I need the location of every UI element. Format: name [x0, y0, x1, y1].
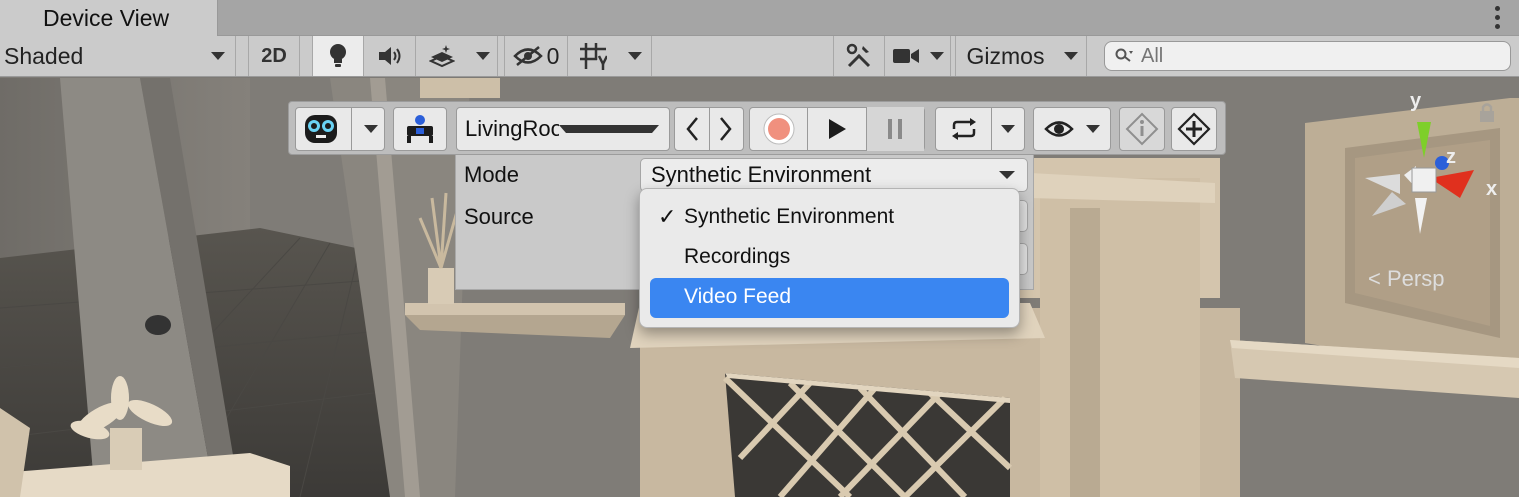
search-input[interactable]: [1141, 44, 1481, 68]
loop-dropdown[interactable]: [935, 107, 1025, 151]
draw-mode-label: Shaded: [4, 42, 84, 69]
scene-search[interactable]: [1104, 41, 1511, 71]
menu-item-label: Video Feed: [684, 285, 792, 308]
environment-name: LivingRoom_17.5: [465, 116, 559, 141]
checkmark-icon: ✓: [658, 204, 677, 229]
hidden-objects-toggle[interactable]: 0: [504, 36, 568, 76]
pause-button[interactable]: [866, 107, 924, 151]
chevron-down-icon: [211, 52, 225, 60]
chevron-down-icon: [475, 52, 490, 60]
simulation-device-button[interactable]: [393, 107, 447, 151]
eye-icon: [1044, 121, 1074, 137]
audio-icon: [378, 47, 400, 65]
gizmo-axis-y: y: [1410, 90, 1422, 112]
projection-toggle[interactable]: < Persp: [1368, 266, 1444, 292]
effects-toggle[interactable]: [416, 36, 468, 76]
play-button[interactable]: [808, 118, 865, 140]
record-icon: [763, 113, 795, 145]
add-icon: [1177, 112, 1211, 146]
play-icon: [828, 119, 846, 139]
info-icon: [1125, 112, 1159, 146]
menu-item-synthetic-environment[interactable]: ✓ Synthetic Environment: [650, 198, 1009, 238]
grid-snap-toggle[interactable]: [568, 36, 618, 76]
prev-environment-button[interactable]: [675, 116, 709, 142]
environment-nav: [674, 107, 744, 151]
bulb-icon: [330, 44, 346, 67]
mode-dropdown[interactable]: Synthetic Environment: [640, 158, 1028, 192]
loop-button[interactable]: [936, 117, 991, 141]
search-icon: [1115, 48, 1133, 62]
projection-label: Persp: [1386, 266, 1445, 291]
pause-icon: [888, 119, 903, 139]
grid-dropdown[interactable]: [618, 36, 652, 76]
loop-icon: [951, 118, 976, 140]
chevron-down-icon: [627, 52, 642, 60]
camera-button[interactable]: [885, 36, 951, 76]
hidden-objects-icon: [512, 46, 543, 66]
mode-value: Synthetic Environment: [651, 162, 872, 187]
effects-icon: [429, 45, 455, 68]
simulation-device-icon: [407, 115, 433, 143]
menu-item-recordings[interactable]: Recordings: [650, 238, 1009, 278]
grid-snap-icon: [580, 43, 607, 70]
draw-mode-dropdown[interactable]: Shaded: [0, 36, 236, 76]
toggle-2d-label: 2D: [261, 44, 287, 67]
projection-chevron-icon: <: [1368, 266, 1381, 291]
simulation-toolbar: LivingRoom_17.5: [288, 101, 1226, 155]
tab-bar: Device View: [0, 0, 1519, 37]
camera-icon: [892, 49, 919, 63]
info-button[interactable]: [1119, 107, 1165, 151]
record-button[interactable]: [750, 112, 807, 146]
chevron-down-icon: [1063, 52, 1078, 60]
next-icon: [720, 117, 732, 141]
environment-dropdown[interactable]: LivingRoom_17.5: [456, 107, 670, 151]
device-dropdown[interactable]: [295, 107, 385, 151]
tab-device-view[interactable]: Device View: [0, 0, 218, 37]
chevron-down-icon: [999, 171, 1015, 179]
chevron-down-icon: [1086, 125, 1100, 133]
tools-icon: [846, 43, 871, 68]
playback-controls: [749, 107, 925, 151]
robot-device-icon: [304, 115, 337, 143]
lighting-toggle[interactable]: [312, 36, 364, 76]
chevron-down-icon: [1001, 125, 1015, 133]
menu-item-label: Recordings: [684, 245, 791, 268]
source-label: Source: [464, 204, 534, 229]
chevron-down-icon: [558, 125, 659, 133]
effects-dropdown[interactable]: [468, 36, 498, 76]
chevron-down-icon: [929, 52, 944, 60]
scene-toolbar: Shaded 2D 0 Gizmos All: [0, 36, 1519, 77]
tab-title: Device View: [43, 5, 170, 31]
add-button[interactable]: [1171, 107, 1217, 151]
chevron-down-icon: [363, 125, 378, 133]
audio-toggle[interactable]: [364, 36, 416, 76]
tools-button[interactable]: [833, 36, 885, 76]
orientation-gizmo[interactable]: [1360, 108, 1490, 238]
mode-dropdown-menu: ✓ Synthetic Environment Recordings Video…: [639, 188, 1020, 328]
gizmos-dropdown[interactable]: [1055, 36, 1087, 76]
gizmos-button[interactable]: Gizmos: [955, 36, 1055, 76]
hidden-count: 0: [546, 42, 560, 69]
menu-dots-icon[interactable]: [1495, 6, 1501, 29]
toggle-2d-button[interactable]: 2D: [248, 36, 300, 76]
menu-item-label: Synthetic Environment: [684, 205, 895, 228]
visibility-dropdown[interactable]: [1033, 107, 1111, 151]
next-environment-button[interactable]: [710, 116, 744, 142]
mode-label: Mode: [464, 162, 520, 187]
prev-icon: [686, 117, 698, 141]
gizmo-axis-z: z: [1446, 146, 1456, 168]
gizmo-axis-x: x: [1486, 178, 1498, 200]
gizmos-label: Gizmos: [966, 42, 1045, 69]
menu-item-video-feed[interactable]: Video Feed: [650, 278, 1009, 318]
